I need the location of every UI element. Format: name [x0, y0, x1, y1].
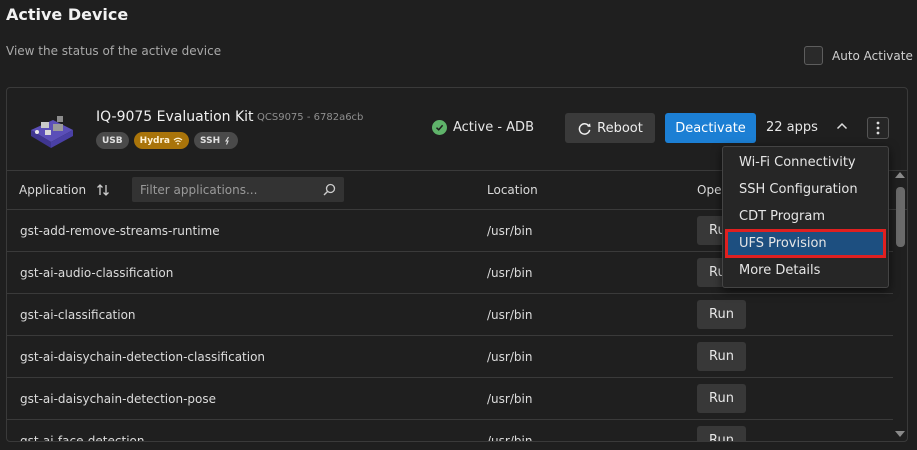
app-location: /usr/bin: [487, 266, 533, 280]
device-board-image: [27, 108, 77, 152]
usb-badge: USB: [96, 132, 129, 149]
hydra-badge-label: Hydra: [139, 135, 171, 146]
column-operations: Ope: [697, 183, 722, 197]
app-name: gst-ai-classification: [20, 308, 136, 322]
more-options-button[interactable]: [867, 117, 889, 139]
app-name: gst-ai-daisychain-detection-pose: [20, 392, 217, 406]
deactivate-button[interactable]: Deactivate: [665, 113, 756, 143]
status-text: Active - ADB: [453, 120, 534, 135]
search-icon: [323, 183, 336, 196]
run-button[interactable]: Run: [697, 426, 746, 441]
device-badges: USB Hydra SSH: [96, 132, 239, 149]
page-title: Active Device: [6, 5, 129, 24]
run-button[interactable]: Run: [697, 300, 746, 329]
menu-item-wifi-connectivity[interactable]: Wi-Fi Connectivity: [723, 149, 888, 176]
app-name: gst-ai-daisychain-detection-classificati…: [20, 350, 266, 364]
run-button[interactable]: Run: [697, 384, 746, 413]
wifi-icon: [173, 137, 183, 145]
link-icon: [225, 136, 230, 145]
device-options-menu: Wi-Fi Connectivity SSH Configuration CDT…: [722, 146, 889, 288]
app-location: /usr/bin: [487, 434, 533, 442]
menu-item-ssh-configuration[interactable]: SSH Configuration: [723, 176, 888, 203]
scrollbar-thumb[interactable]: [896, 187, 905, 247]
table-scrollbar[interactable]: [894, 172, 906, 437]
reboot-button[interactable]: Reboot: [565, 113, 655, 143]
table-row: gst-ai-face-detection /usr/bin Run: [7, 420, 893, 442]
column-location: Location: [487, 183, 538, 197]
filter-applications-input[interactable]: [140, 182, 323, 197]
reboot-label: Reboot: [597, 120, 643, 136]
device-status: Active - ADB: [432, 120, 534, 135]
app-name: gst-ai-audio-classification: [20, 266, 174, 280]
page-subtitle: View the status of the active device: [6, 44, 222, 58]
table-row: gst-ai-daisychain-detection-classificati…: [7, 336, 893, 378]
usb-badge-label: USB: [102, 135, 123, 146]
ssh-badge-label: SSH: [200, 135, 221, 146]
hydra-badge: Hydra: [133, 132, 190, 149]
ssh-badge: SSH: [194, 132, 239, 149]
column-application-label: Application: [19, 183, 87, 197]
table-row: gst-ai-daisychain-detection-pose /usr/bi…: [7, 378, 893, 420]
menu-item-ufs-provision[interactable]: UFS Provision: [725, 229, 886, 258]
apps-count: 22 apps: [766, 120, 818, 135]
chevron-up-icon[interactable]: [834, 118, 850, 134]
check-circle-icon: [432, 120, 447, 135]
sort-icon[interactable]: [96, 183, 110, 197]
filter-applications[interactable]: [132, 177, 344, 202]
run-button[interactable]: Run: [697, 342, 746, 371]
scroll-down-arrow[interactable]: [895, 431, 905, 437]
more-vertical-icon: [876, 121, 880, 135]
app-location: /usr/bin: [487, 392, 533, 406]
auto-activate-label: Auto Activate: [832, 48, 913, 63]
device-name: IQ-9075 Evaluation Kit: [96, 109, 254, 125]
device-serial: QCS9075 - 6782a6cb: [257, 112, 364, 123]
column-application[interactable]: Application: [19, 183, 110, 197]
menu-item-more-details[interactable]: More Details: [723, 257, 888, 284]
app-location: /usr/bin: [487, 224, 533, 238]
auto-activate-toggle[interactable]: Auto Activate: [804, 46, 913, 65]
app-location: /usr/bin: [487, 350, 533, 364]
app-location: /usr/bin: [487, 308, 533, 322]
app-name: gst-add-remove-streams-runtime: [20, 224, 220, 238]
app-name: gst-ai-face-detection: [20, 434, 145, 442]
table-row: gst-ai-classification /usr/bin Run: [7, 294, 893, 336]
scroll-up-arrow[interactable]: [895, 172, 905, 178]
refresh-icon: [578, 122, 591, 135]
auto-activate-checkbox[interactable]: [804, 46, 823, 65]
menu-item-cdt-program[interactable]: CDT Program: [723, 203, 888, 230]
